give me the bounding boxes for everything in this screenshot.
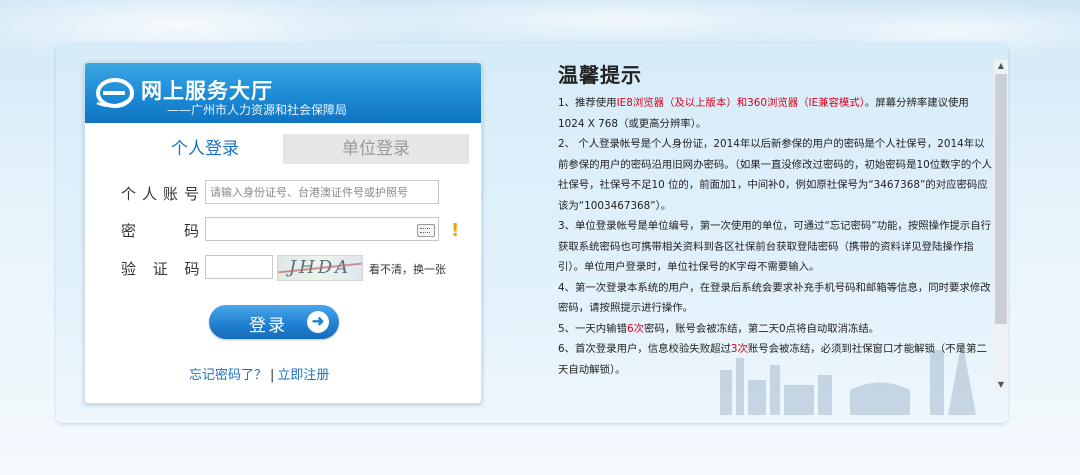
captcha-input[interactable]	[205, 255, 273, 279]
tab-unit-login[interactable]: 单位登录	[283, 134, 469, 164]
register-link[interactable]: 立即注册	[277, 368, 329, 383]
link-separator: |	[270, 368, 275, 383]
tip-item: 3、单位登录帐号是单位编号，第一次使用的单位，可通过“忘记密码”功能，按照操作提…	[558, 220, 991, 273]
e-logo-icon	[96, 78, 134, 108]
scroll-up-icon[interactable]: ▲	[994, 60, 1008, 72]
arrow-right-icon: ➜	[307, 311, 329, 333]
logo-subtitle: ——广州市人力资源和社会保障局	[167, 103, 348, 117]
tip-item: 2、 个人登录帐号是个人身份证，2014年以后新参保的用户的密码是个人社保号，2…	[558, 138, 993, 212]
tip-item: 4、第一次登录本系统的用户，在登录后系统会要求补充手机号码和邮箱等信息，同时要求…	[558, 281, 991, 315]
tips-title: 温馨提示	[558, 63, 642, 87]
scroll-thumb[interactable]	[995, 74, 1007, 324]
warning-icon: !	[451, 220, 460, 241]
tips-body: 1、推荐使用IE8浏览器（及以上版本）和360浏览器（IE兼容模式）。屏幕分辨率…	[558, 93, 994, 383]
refresh-captcha-link[interactable]: 看不清，换一张	[369, 261, 446, 277]
login-button[interactable]: 登录 ➜	[209, 305, 339, 339]
password-input[interactable]	[205, 217, 439, 241]
login-card: 网上服务大厅 ——广州市人力资源和社会保障局 个人登录 单位登录 个人账号： 密…	[84, 62, 482, 404]
captcha-image[interactable]: JHDA	[277, 255, 363, 281]
account-input[interactable]	[205, 180, 439, 204]
scroll-down-icon[interactable]: ▼	[994, 379, 1008, 391]
keyboard-icon[interactable]	[417, 224, 435, 237]
tip-item: 5、一天内输错6次密码，账号会被冻结，第二天0点将自动取消冻结。	[558, 322, 880, 335]
tip-item: 6、首次登录用户，信息校验失败超过3次账号会被冻结，必须到社保窗口才能解锁（不是…	[558, 343, 987, 376]
tip-item: 1、推荐使用IE8浏览器（及以上版本）和360浏览器（IE兼容模式）。屏幕分辨率…	[558, 97, 969, 130]
tips-scrollbar[interactable]: ▲ ▼	[994, 60, 1008, 391]
login-button-label: 登录	[249, 316, 287, 335]
login-header: 网上服务大厅 ——广州市人力资源和社会保障局	[85, 63, 481, 123]
tab-personal-login[interactable]: 个人登录	[105, 134, 305, 164]
bottom-links: 忘记密码了？ | 立即注册	[189, 364, 329, 383]
forgot-password-link[interactable]: 忘记密码了？	[189, 368, 267, 383]
